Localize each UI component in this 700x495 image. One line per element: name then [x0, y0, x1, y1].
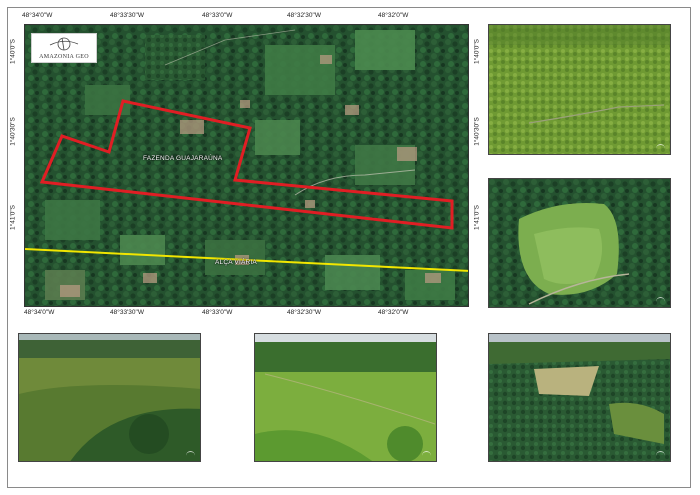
farm-label: FAZENDA GUAJARAÚNA [143, 155, 223, 162]
lon-top-1: 48°34'0"W [22, 12, 53, 19]
aerial-clearing-icon [489, 179, 670, 307]
watermark-icon [656, 144, 665, 150]
lat-left-2: 1°40'30"S [9, 117, 17, 146]
company-logo: AMAZONIA GEO [31, 33, 97, 63]
lat-right-2: 1°40'30"S [473, 117, 481, 146]
watermark-icon [422, 451, 431, 457]
lon-bottom-2: 48°33'30"W [110, 309, 144, 316]
aerial-field-icon [255, 334, 436, 461]
lon-bottom-5: 48°32'0"W [378, 309, 409, 316]
lat-left-1: 1°40'0"S [9, 39, 17, 64]
photo-bottom-right[interactable] [488, 333, 671, 462]
photo-middle-right[interactable] [488, 178, 671, 308]
globe-logo-icon [49, 37, 79, 51]
photo-bottom-center[interactable] [254, 333, 437, 462]
photo-bottom-left[interactable] [18, 333, 201, 462]
logo-text: AMAZONIA GEO [39, 54, 89, 60]
aerial-forest-icon [19, 334, 200, 461]
road-label: ALÇA VIÁRIA [215, 259, 257, 266]
satellite-map[interactable]: AMAZONIA GEO FAZENDA GUAJARAÚNA ALÇA VIÁ… [24, 24, 469, 307]
photo-top-right[interactable] [488, 24, 671, 155]
lat-right-3: 1°41'0"S [473, 205, 481, 230]
lon-bottom-1: 48°34'0"W [24, 309, 55, 316]
lon-bottom-4: 48°32'30"W [287, 309, 321, 316]
lon-top-5: 48°32'0"W [378, 12, 409, 19]
aerial-clearing-icon [489, 334, 670, 461]
lon-bottom-3: 48°33'0"W [202, 309, 233, 316]
aerial-field-icon [489, 25, 670, 154]
lat-right-1: 1°40'0"S [473, 39, 481, 64]
lon-top-4: 48°32'30"W [287, 12, 321, 19]
watermark-icon [656, 451, 665, 457]
watermark-icon [186, 451, 195, 457]
watermark-icon [656, 297, 665, 303]
lon-top-2: 48°33'30"W [110, 12, 144, 19]
lat-left-3: 1°41'0"S [9, 205, 17, 230]
lon-top-3: 48°33'0"W [202, 12, 233, 19]
